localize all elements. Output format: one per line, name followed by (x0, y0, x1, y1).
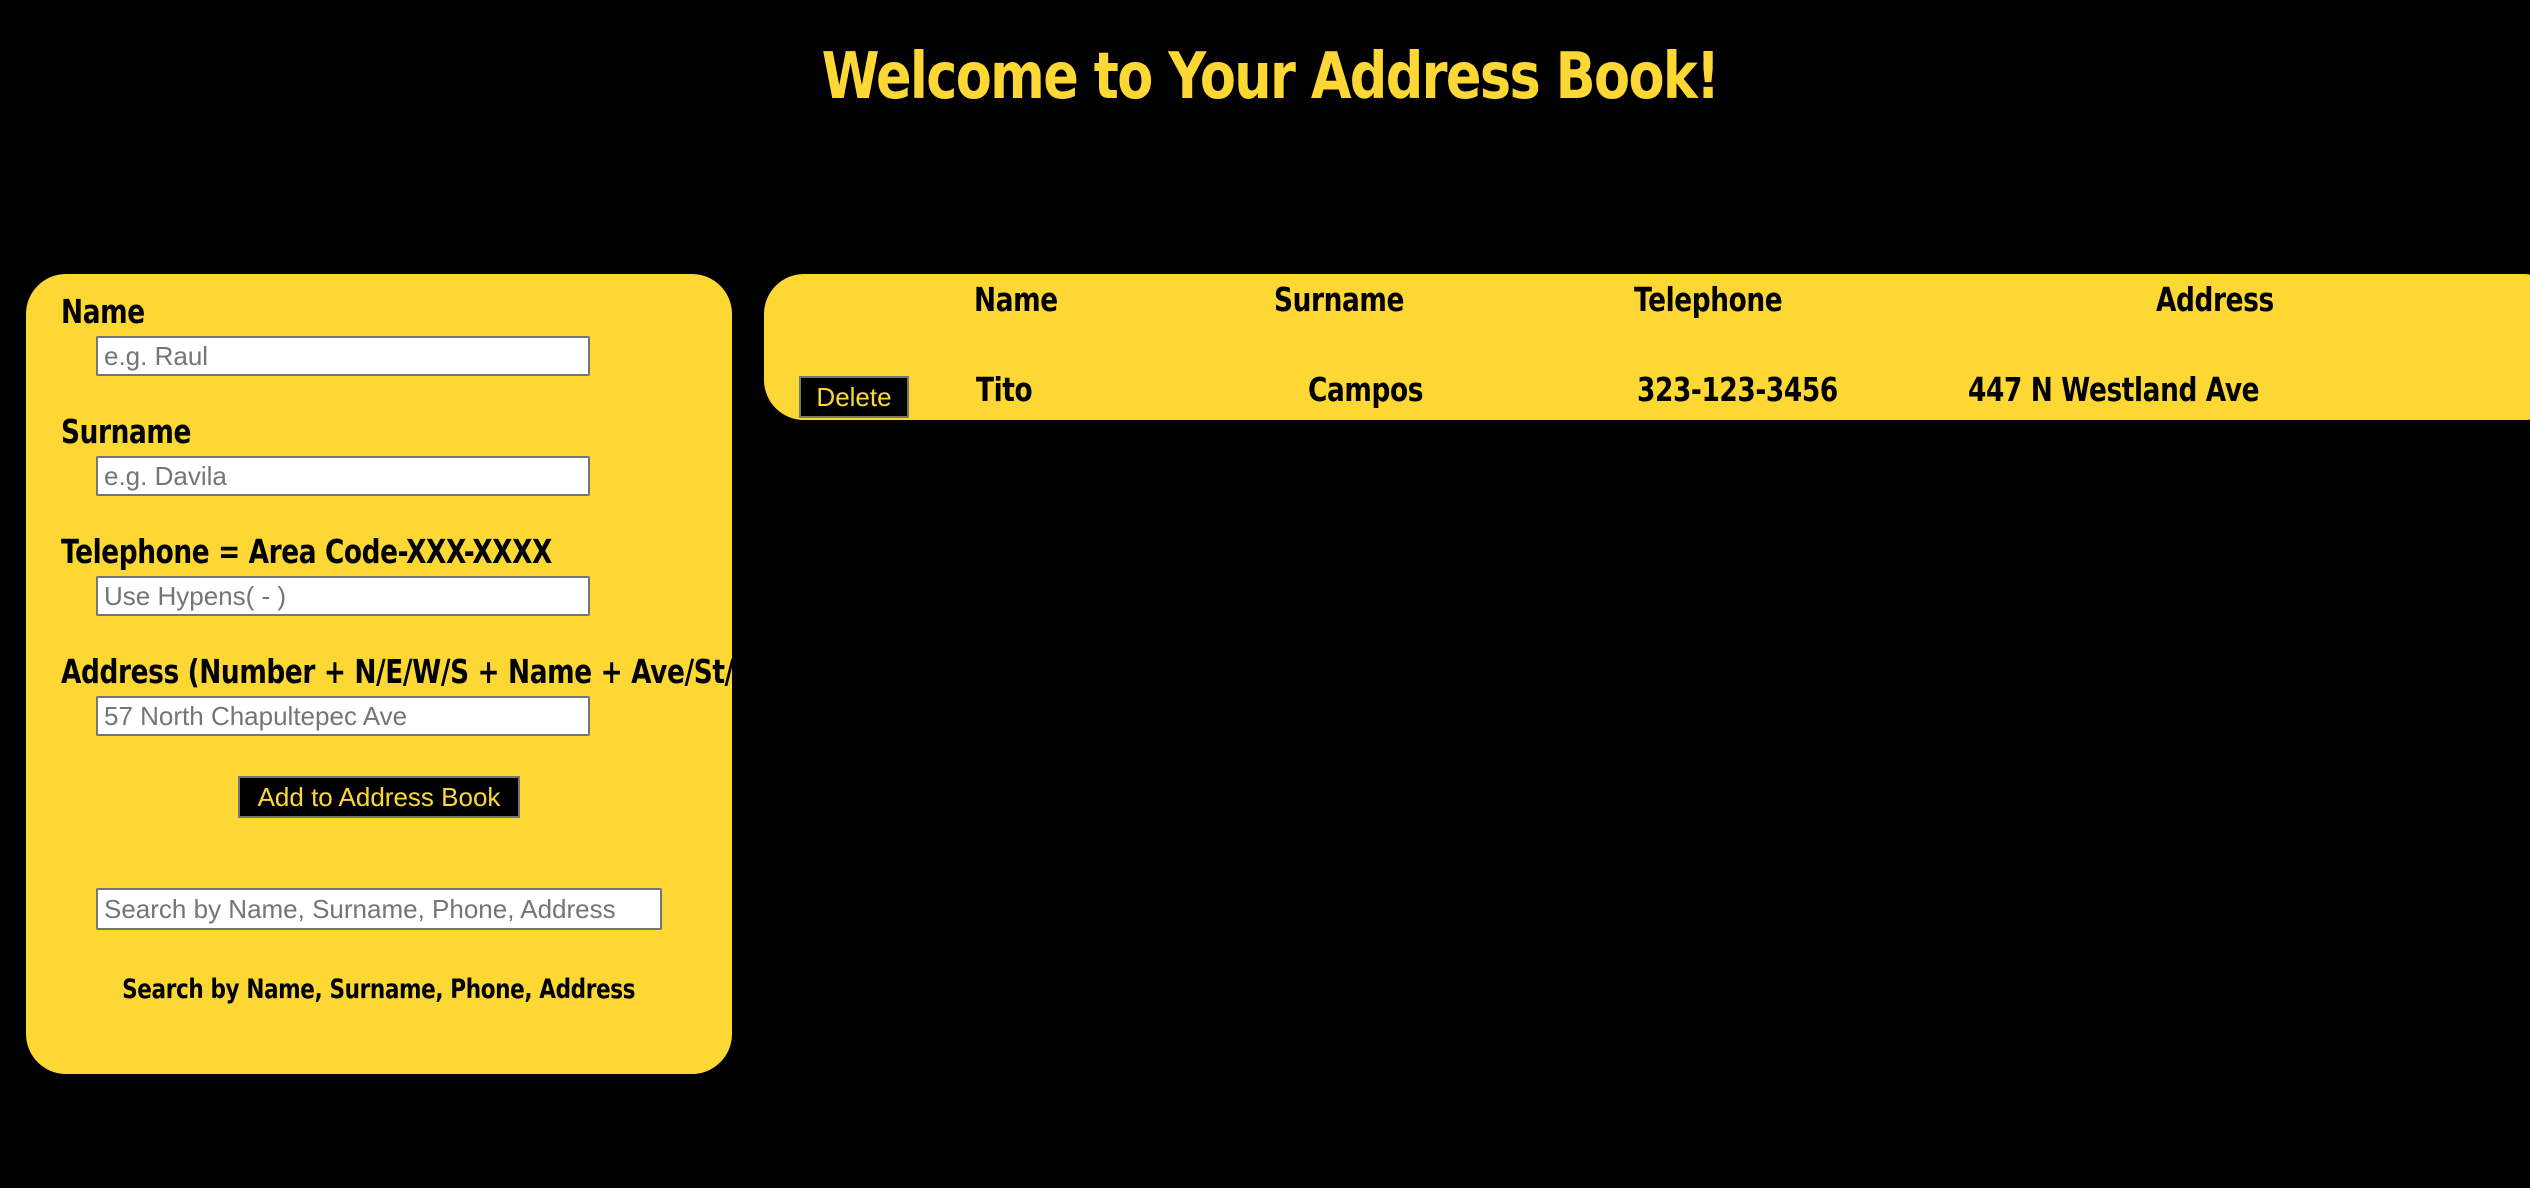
row-surname: Campos (1308, 370, 1424, 409)
delete-button[interactable]: Delete (799, 376, 909, 418)
page-title: Welcome to Your Address Book! (821, 40, 1720, 114)
search-input[interactable] (96, 888, 662, 930)
row-name: Tito (976, 370, 1033, 409)
column-header-surname: Surname (1274, 280, 1405, 319)
surname-label: Surname (61, 412, 192, 451)
address-book-page: Welcome to Your Address Book! Name Surna… (0, 0, 2530, 1188)
address-input[interactable] (96, 696, 590, 736)
name-label: Name (61, 292, 145, 331)
telephone-input[interactable] (96, 576, 590, 616)
search-caption: Search by Name, Surname, Phone, Address (122, 974, 636, 1005)
row-telephone: 323-123-3456 (1637, 370, 1838, 409)
column-header-name: Name (974, 280, 1058, 319)
telephone-label: Telephone = Area Code-XXX-XXXX (61, 532, 553, 571)
add-to-address-book-button[interactable]: Add to Address Book (238, 776, 520, 818)
column-header-address: Address (2156, 280, 2274, 319)
surname-input[interactable] (96, 456, 590, 496)
name-input[interactable] (96, 336, 590, 376)
column-header-telephone: Telephone (1634, 280, 1783, 319)
contact-form-panel: Name Surname Telephone = Area Code-XXX-X… (26, 274, 810, 1074)
row-address: 447 N Westland Ave (1968, 370, 2260, 409)
address-table-panel: Name Surname Telephone Address Delete Ti… (764, 274, 2530, 420)
address-label: Address (Number + N/E/W/S + Name + Ave/S… (61, 652, 810, 691)
